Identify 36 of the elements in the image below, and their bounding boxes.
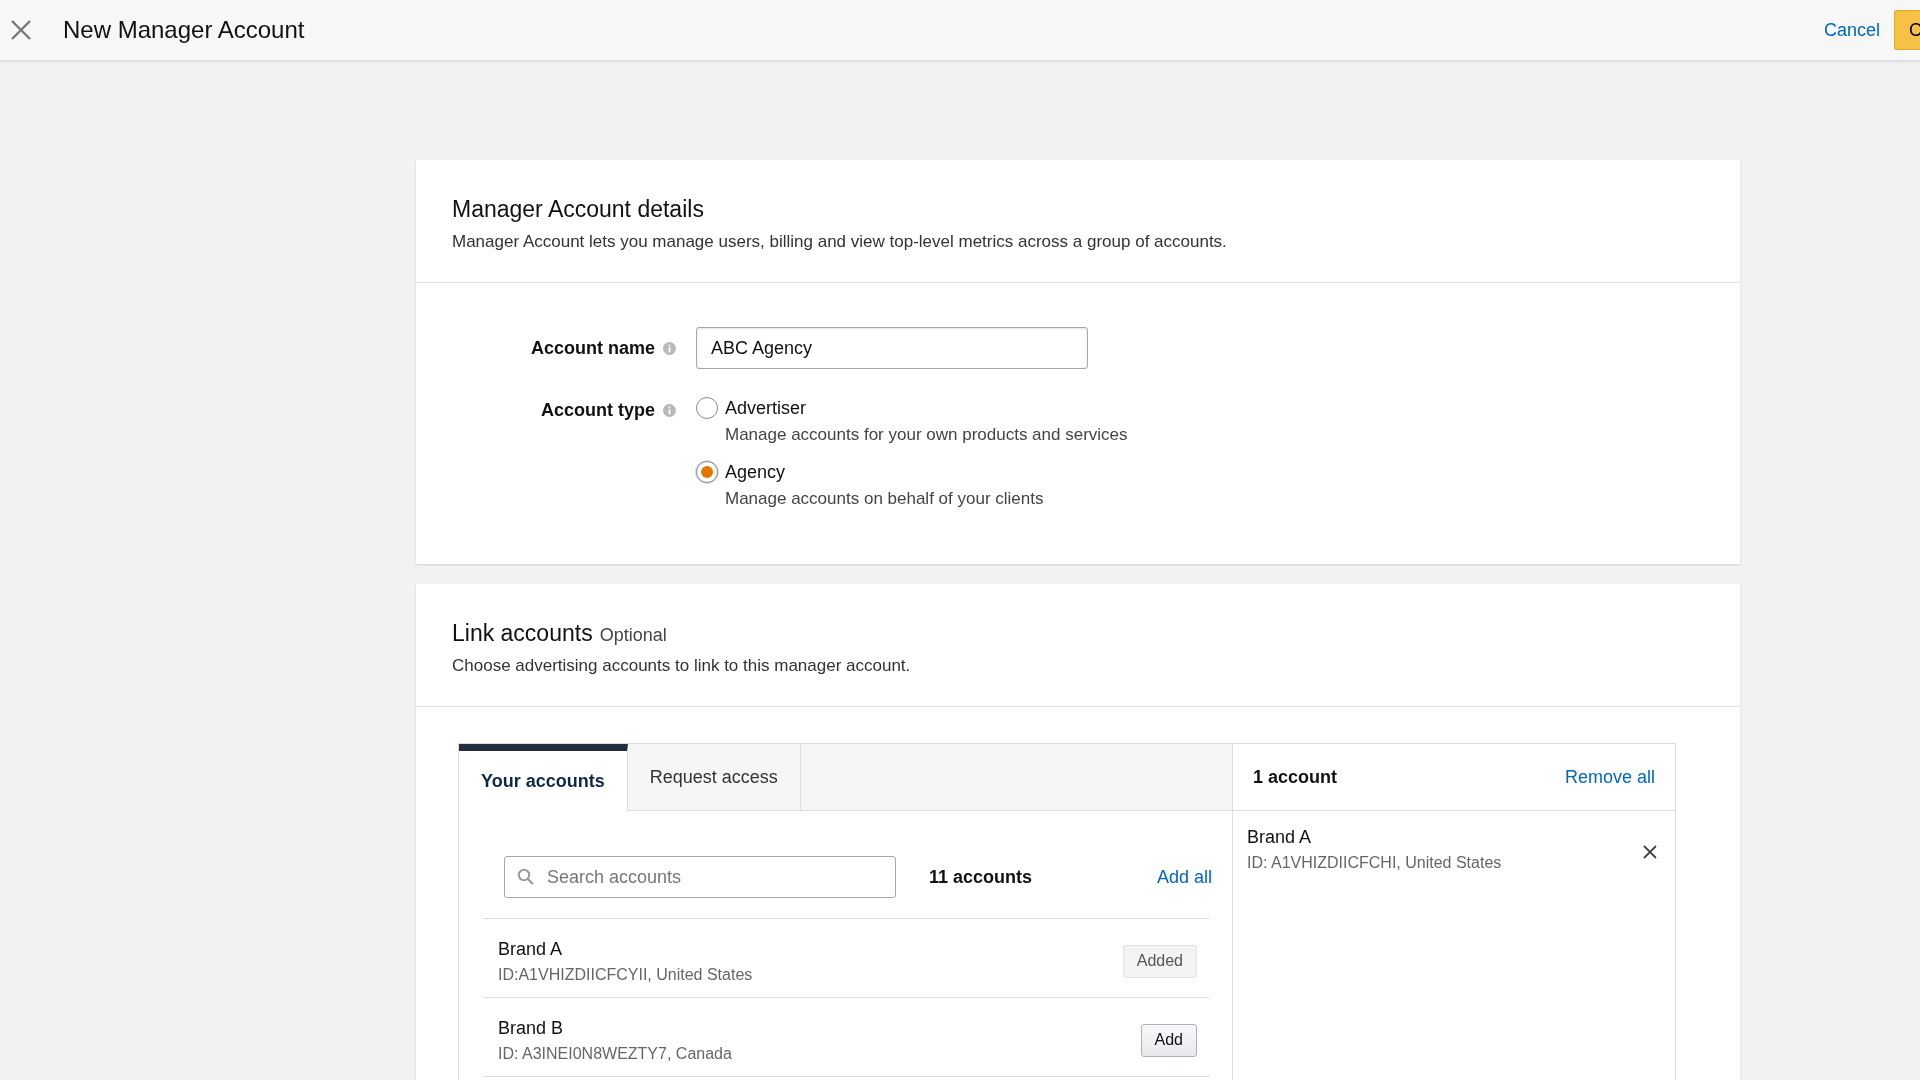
option-description: Manage accounts for your own products and services <box>725 425 1129 445</box>
radio-button[interactable] <box>696 461 718 483</box>
radio-label[interactable]: Agency <box>725 461 1740 483</box>
section-title: Manager Account details <box>452 196 704 223</box>
added-button[interactable]: Added <box>1122 944 1197 978</box>
field-label: Account name <box>530 337 655 359</box>
radio-label[interactable]: Advertiser <box>725 397 1740 419</box>
account-name: Brand B <box>498 1017 565 1039</box>
search-icon <box>517 868 534 885</box>
tab[interactable]: Request access <box>627 744 801 810</box>
account-detail: ID: A3INEI0N8WEZTY7, Canada <box>498 1044 733 1063</box>
account-name-field[interactable]: ABC Agency <box>696 327 1088 369</box>
tab[interactable]: Your accounts <box>459 744 628 811</box>
section-description: Manager Account lets you manage users, billing and view top-level metrics across a group of accounts. <box>452 232 1228 252</box>
remove-all-link[interactable]: Remove all <box>1564 766 1655 788</box>
info-icon <box>663 403 676 417</box>
radio-button[interactable] <box>696 397 718 419</box>
close-icon[interactable] <box>10 19 32 41</box>
add-all-link[interactable]: Add all <box>1156 866 1212 888</box>
remove-icon[interactable] <box>1643 845 1657 859</box>
search-field[interactable]: Search accounts <box>504 856 896 898</box>
add-button[interactable]: Add <box>1140 1023 1197 1057</box>
page-title: New Manager Account <box>63 16 306 44</box>
option-description: Manage accounts on behalf of your clients <box>725 489 1045 509</box>
optional-label: Optional <box>599 625 667 646</box>
account-detail: ID: A1VHIZDIICFCHI, United States <box>1247 854 1503 872</box>
accounts-count: 11 accounts <box>929 866 1034 888</box>
account-name: Brand A <box>498 938 564 960</box>
account-detail: ID:A1VHIZDIICFCYII, United States <box>498 965 754 984</box>
account-name: Brand A <box>1247 827 1313 848</box>
cancel-link[interactable]: Cancel <box>1823 19 1880 41</box>
section-title: Link accounts <box>452 620 593 647</box>
info-icon <box>663 341 676 355</box>
field-label: Account type <box>541 399 655 421</box>
section-description: Choose advertising accounts to link to this manager account. <box>452 656 912 676</box>
selected-count: 1 account <box>1253 766 1339 788</box>
